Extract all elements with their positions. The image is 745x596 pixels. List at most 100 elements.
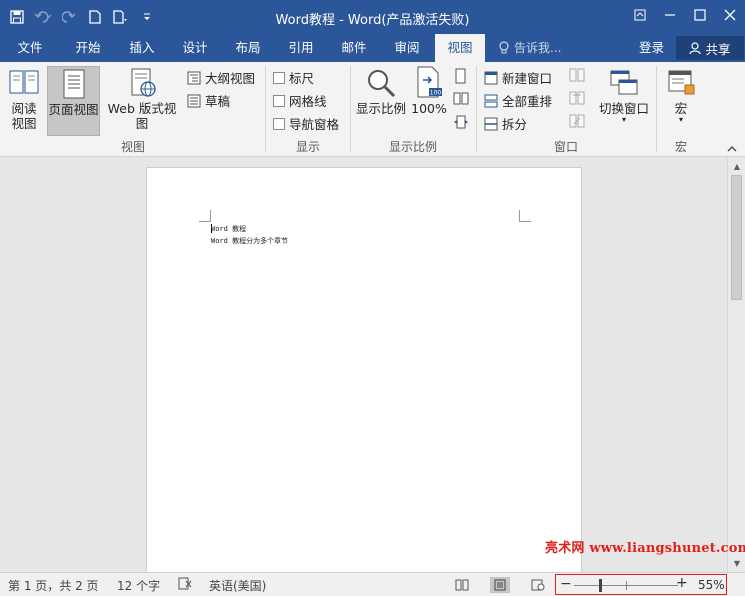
reset-window-icon <box>569 114 585 128</box>
outline-button[interactable]: 大纲视图 <box>187 68 255 87</box>
close-button[interactable] <box>715 0 745 30</box>
multiple-pages-icon <box>453 92 469 105</box>
views-group-label: 视图 <box>120 140 145 154</box>
read-mode-label-2: 视图 <box>11 116 37 131</box>
page-count[interactable]: 第 1 页，共 2 页 <box>8 577 99 594</box>
window-controls <box>625 0 745 30</box>
web-layout-view-button[interactable] <box>528 577 548 593</box>
chevron-up-icon <box>727 146 737 152</box>
ribbon-view: 阅读 视图 页面视图 Web 版式视图 大纲视图 草稿 视图 标尺 网格线 导航… <box>0 62 745 157</box>
nav-pane-checkbox[interactable]: 导航窗格 <box>273 114 339 133</box>
sync-scroll-icon <box>569 91 585 105</box>
tab-insert[interactable]: 插入 <box>116 34 168 62</box>
tab-home[interactable]: 开始 <box>62 34 114 62</box>
read-mode-view-button[interactable] <box>452 577 472 593</box>
side-by-side-icon <box>569 68 585 82</box>
nav-pane-check-box[interactable] <box>273 117 285 130</box>
print-layout-label: 页面视图 <box>48 102 99 117</box>
multiple-pages-button[interactable] <box>453 91 469 110</box>
web-layout-small-icon <box>531 579 545 591</box>
tab-design[interactable]: 设计 <box>169 34 221 62</box>
group-separator <box>476 66 477 152</box>
tell-me-box[interactable]: 告诉我... <box>498 34 561 62</box>
document-page[interactable]: Word 教程 Word 教程分为多个章节 <box>146 167 582 577</box>
scroll-up-button[interactable]: ▲ <box>729 158 745 174</box>
view-side-by-side-button[interactable] <box>569 68 585 85</box>
minimize-button[interactable] <box>655 0 685 30</box>
person-icon <box>689 41 702 54</box>
draft-button[interactable]: 草稿 <box>187 91 230 110</box>
title-bar: Word教程 - Word(产品激活失败) <box>0 0 745 34</box>
split-icon <box>484 117 498 130</box>
show-group-label: 显示 <box>295 140 320 154</box>
collapse-ribbon-button[interactable] <box>727 142 737 156</box>
scroll-down-button[interactable]: ▼ <box>729 555 745 571</box>
document-line-1[interactable]: Word 教程 <box>211 224 246 234</box>
tab-view[interactable]: 视图 <box>435 34 485 62</box>
zoom-out-button[interactable]: − <box>560 576 572 592</box>
share-label: 共享 <box>705 41 731 57</box>
print-layout-button[interactable]: 页面视图 <box>47 66 100 136</box>
one-page-icon <box>455 68 466 84</box>
switch-windows-button[interactable]: 切换窗口 ▾ <box>596 66 652 136</box>
gridlines-check-box[interactable] <box>273 94 285 107</box>
ruler-label: 标尺 <box>289 71 315 86</box>
share-button[interactable]: 共享 <box>676 36 744 60</box>
lightbulb-icon <box>499 41 509 54</box>
maximize-icon <box>694 9 706 21</box>
language[interactable]: 英语(美国) <box>209 577 266 594</box>
vertical-scrollbar[interactable]: ▲ ▼ <box>727 157 745 572</box>
ruler-checkbox[interactable]: 标尺 <box>273 68 314 87</box>
read-mode-button[interactable]: 阅读 视图 <box>4 66 44 136</box>
zoom-slider-thumb[interactable] <box>599 579 602 592</box>
tab-review[interactable]: 审阅 <box>381 34 433 62</box>
tab-mailings[interactable]: 邮件 <box>328 34 380 62</box>
chevron-down-icon: ▾ <box>678 115 683 124</box>
page-100-icon: 100 <box>417 66 442 98</box>
new-window-label: 新建窗口 <box>502 71 553 86</box>
gridlines-checkbox[interactable]: 网格线 <box>273 91 327 110</box>
web-layout-button[interactable]: Web 版式视图 <box>102 66 182 136</box>
document-line-2[interactable]: Word 教程分为多个章节 <box>211 236 288 246</box>
zoom-button[interactable]: 显示比例 <box>354 66 408 136</box>
maximize-button[interactable] <box>685 0 715 30</box>
one-page-button[interactable] <box>453 68 467 87</box>
proofing-status[interactable] <box>178 577 192 590</box>
macros-icon <box>668 70 695 95</box>
document-area[interactable]: Word 教程 Word 教程分为多个章节 <box>0 157 727 577</box>
outline-icon <box>187 71 201 84</box>
page-width-icon <box>454 115 468 129</box>
print-layout-view-button[interactable] <box>490 577 510 593</box>
page-width-button[interactable] <box>453 114 469 133</box>
tab-references[interactable]: 引用 <box>275 34 327 62</box>
zoom-100-button[interactable]: 100 100% <box>410 66 448 136</box>
zoom-in-button[interactable]: + <box>676 575 688 591</box>
group-separator <box>350 66 351 152</box>
arrange-all-icon <box>484 94 498 107</box>
ribbon-display-icon <box>634 9 646 21</box>
status-bar: 第 1 页，共 2 页 12 个字 英语(美国) − + 55% <box>0 572 745 596</box>
zoom-percent[interactable]: 55% <box>698 578 725 592</box>
macros-label: 宏 <box>674 101 688 116</box>
arrange-all-button[interactable]: 全部重排 <box>484 91 552 110</box>
zoom-label: 显示比例 <box>355 101 406 116</box>
split-button[interactable]: 拆分 <box>484 114 527 133</box>
svg-text:100: 100 <box>430 90 442 97</box>
new-window-button[interactable]: 新建窗口 <box>484 68 552 87</box>
scrollbar-thumb[interactable] <box>731 175 742 300</box>
login-link[interactable]: 登录 <box>639 34 664 62</box>
tab-file[interactable]: 文件 <box>4 34 56 62</box>
word-count[interactable]: 12 个字 <box>117 577 160 594</box>
reset-window-position-button[interactable] <box>569 114 585 131</box>
chevron-down-icon: ▾ <box>621 115 626 124</box>
ruler-check-box[interactable] <box>273 71 285 84</box>
macros-button[interactable]: 宏 ▾ <box>662 66 700 136</box>
read-mode-small-icon <box>455 579 469 591</box>
gridlines-label: 网格线 <box>289 94 327 109</box>
group-separator <box>265 66 266 152</box>
synchronous-scrolling-button[interactable] <box>569 91 585 108</box>
arrange-all-label: 全部重排 <box>502 94 553 109</box>
tab-layout[interactable]: 布局 <box>222 34 274 62</box>
tell-me-placeholder: 告诉我... <box>514 41 562 55</box>
ribbon-display-options-button[interactable] <box>625 0 655 30</box>
